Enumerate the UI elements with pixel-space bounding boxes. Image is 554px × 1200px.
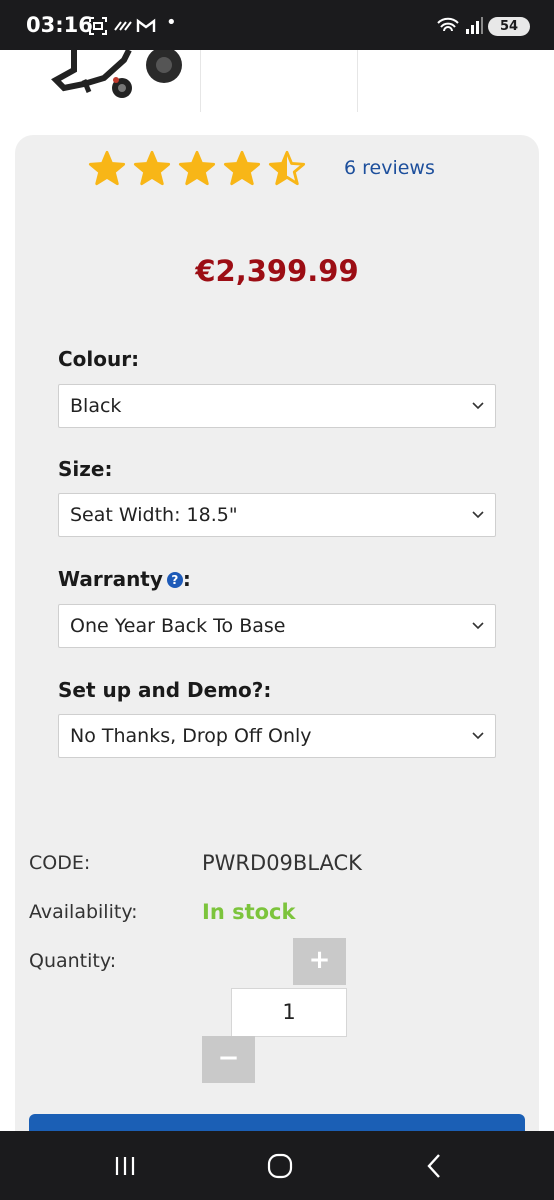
availability-value: In stock [202, 900, 296, 924]
product-price: €2,399.99 [195, 254, 359, 288]
quantity-input[interactable]: 1 [231, 988, 347, 1037]
cell-signal-icon [464, 16, 484, 41]
product-options-card [15, 135, 539, 1200]
thumbnail-wheelchair[interactable] [44, 47, 200, 112]
code-value: PWRD09BLACK [202, 851, 362, 875]
wheelchair-image [51, 47, 182, 98]
status-bar: 03:16 • 54 [0, 0, 554, 50]
warranty-select[interactable]: One Year Back To Base [58, 604, 496, 648]
chevron-down-icon [472, 622, 484, 630]
quantity-increase-button[interactable]: + [293, 938, 346, 985]
availability-label: Availability: [29, 901, 138, 923]
system-nav-bar [0, 1131, 554, 1200]
warranty-select-value: One Year Back To Base [70, 615, 286, 637]
chevron-down-icon [472, 732, 484, 740]
size-select[interactable]: Seat Width: 18.5" [58, 493, 496, 537]
signal-slash-icon [113, 16, 133, 41]
reviews-link[interactable]: 6 reviews [344, 157, 435, 179]
wifi-icon [436, 16, 460, 41]
star-full-icon [178, 150, 216, 186]
chevron-down-icon [472, 402, 484, 410]
colour-label: Colour: [58, 347, 140, 371]
status-time: 03:16 [26, 13, 93, 37]
star-full-icon [88, 150, 126, 186]
colour-select[interactable]: Black [58, 384, 496, 428]
setup-demo-label: Set up and Demo?: [58, 678, 272, 702]
home-icon[interactable] [265, 1151, 295, 1181]
quantity-label: Quantity: [29, 950, 117, 972]
chevron-down-icon [472, 511, 484, 519]
product-thumbnail-strip [0, 47, 554, 112]
size-select-value: Seat Width: 18.5" [70, 504, 238, 526]
gmail-icon [136, 16, 156, 41]
thumbnail-2[interactable] [200, 50, 358, 112]
recent-apps-icon[interactable] [110, 1151, 140, 1181]
star-half-icon [268, 150, 306, 186]
warranty-label: Warranty [58, 567, 163, 591]
warranty-label-row: Warranty?: [58, 567, 191, 591]
screenshot-icon [88, 16, 108, 41]
star-full-icon [133, 150, 171, 186]
colour-select-value: Black [70, 395, 122, 417]
quantity-decrease-button[interactable]: − [202, 1036, 255, 1083]
notification-dot-icon: • [166, 12, 177, 33]
back-icon[interactable] [420, 1151, 450, 1181]
setup-demo-select[interactable]: No Thanks, Drop Off Only [58, 714, 496, 758]
warranty-label-colon: : [182, 567, 191, 591]
help-icon[interactable]: ? [166, 572, 183, 588]
setup-demo-select-value: No Thanks, Drop Off Only [70, 725, 312, 747]
code-label: CODE: [29, 852, 91, 874]
star-full-icon [223, 150, 261, 186]
size-label: Size: [58, 457, 113, 481]
rating-stars[interactable] [88, 150, 306, 190]
battery-level: 54 [499, 19, 519, 34]
battery-indicator: 54 [488, 17, 530, 36]
